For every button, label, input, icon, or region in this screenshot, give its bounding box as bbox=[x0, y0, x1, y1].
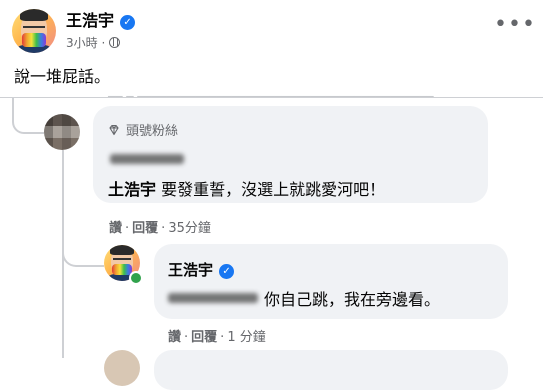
like-button[interactable]: 讚 bbox=[109, 221, 122, 236]
comment-text: 土浩宇 要發重誓，沒選上就跳愛河吧！ bbox=[108, 176, 385, 200]
verified-badge-icon: ✓ bbox=[120, 15, 136, 30]
post-author-avatar[interactable] bbox=[12, 9, 56, 53]
post-timestamp[interactable]: 3小時 bbox=[66, 36, 98, 50]
redacted-mention[interactable] bbox=[168, 293, 258, 303]
comment-actions: 讚 · 回覆 · 35分鐘 bbox=[109, 221, 211, 236]
like-button[interactable]: 讚 bbox=[168, 330, 181, 345]
more-options-icon[interactable]: ••• bbox=[494, 14, 536, 36]
reply-body: 你自己跳，我在旁邊看。 bbox=[264, 290, 441, 309]
post-meta: 3小時 · bbox=[66, 34, 121, 51]
reply-timestamp[interactable]: 1 分鐘 bbox=[227, 330, 265, 345]
post-text: 說一堆屁話。 bbox=[14, 67, 111, 86]
reply-author-name[interactable]: 王浩宇 bbox=[168, 261, 213, 279]
comment-timestamp[interactable]: 35分鐘 bbox=[168, 221, 211, 236]
commenter-avatar[interactable] bbox=[44, 114, 80, 150]
divider bbox=[0, 97, 543, 98]
badge-label: 頭號粉絲 bbox=[126, 124, 179, 139]
mention-link[interactable]: 土浩宇 bbox=[108, 180, 156, 199]
top-fan-badge[interactable]: 頭號粉絲 bbox=[108, 120, 178, 139]
reply-author[interactable]: 王浩宇 ✓ bbox=[168, 259, 235, 280]
redacted-commenter-name[interactable] bbox=[110, 154, 184, 164]
next-reply-avatar[interactable] bbox=[104, 350, 140, 386]
thread-connector bbox=[12, 98, 44, 134]
globe-icon[interactable] bbox=[109, 37, 121, 48]
reply-connector bbox=[62, 225, 104, 267]
diamond-icon bbox=[109, 124, 119, 136]
comment-body: 要發重誓，沒選上就跳愛河吧！ bbox=[161, 180, 386, 199]
post-author[interactable]: 王浩宇 ✓ bbox=[66, 7, 136, 31]
verified-badge-icon: ✓ bbox=[219, 264, 235, 279]
reply-button[interactable]: 回覆 bbox=[191, 330, 217, 345]
next-reply-bubble bbox=[154, 350, 508, 390]
post-author-name[interactable]: 王浩宇 bbox=[66, 11, 114, 30]
reply-text: 你自己跳，我在旁邊看。 bbox=[168, 286, 440, 310]
reply-button[interactable]: 回覆 bbox=[132, 221, 158, 236]
online-status-dot bbox=[129, 271, 143, 285]
reply-actions: 讚 · 回覆 · 1 分鐘 bbox=[168, 330, 266, 345]
